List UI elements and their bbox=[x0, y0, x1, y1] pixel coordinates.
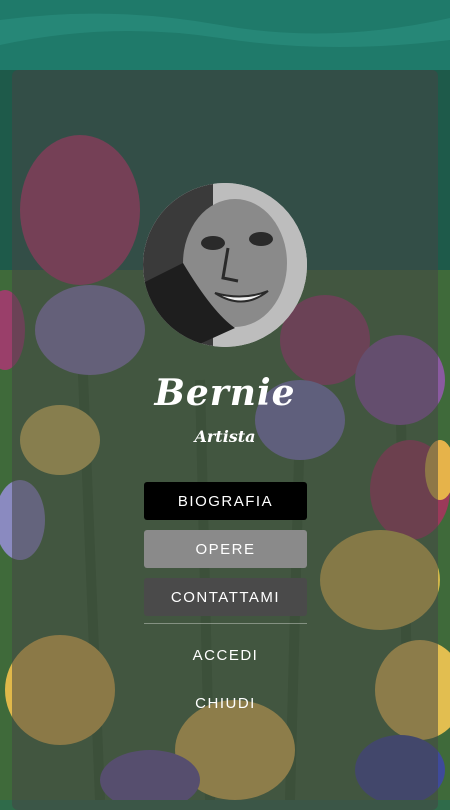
artist-role: Artista bbox=[194, 427, 256, 446]
login-link[interactable]: ACCEDI bbox=[144, 647, 307, 664]
artist-avatar bbox=[143, 183, 307, 347]
biography-button[interactable]: BIOGRAFIA bbox=[144, 482, 307, 520]
works-button[interactable]: OPERE bbox=[144, 530, 307, 568]
close-link[interactable]: CHIUDI bbox=[144, 695, 307, 712]
menu-divider bbox=[144, 623, 307, 624]
contact-button[interactable]: CONTATTAMI bbox=[144, 578, 307, 616]
artist-name: Bernie bbox=[154, 372, 296, 414]
